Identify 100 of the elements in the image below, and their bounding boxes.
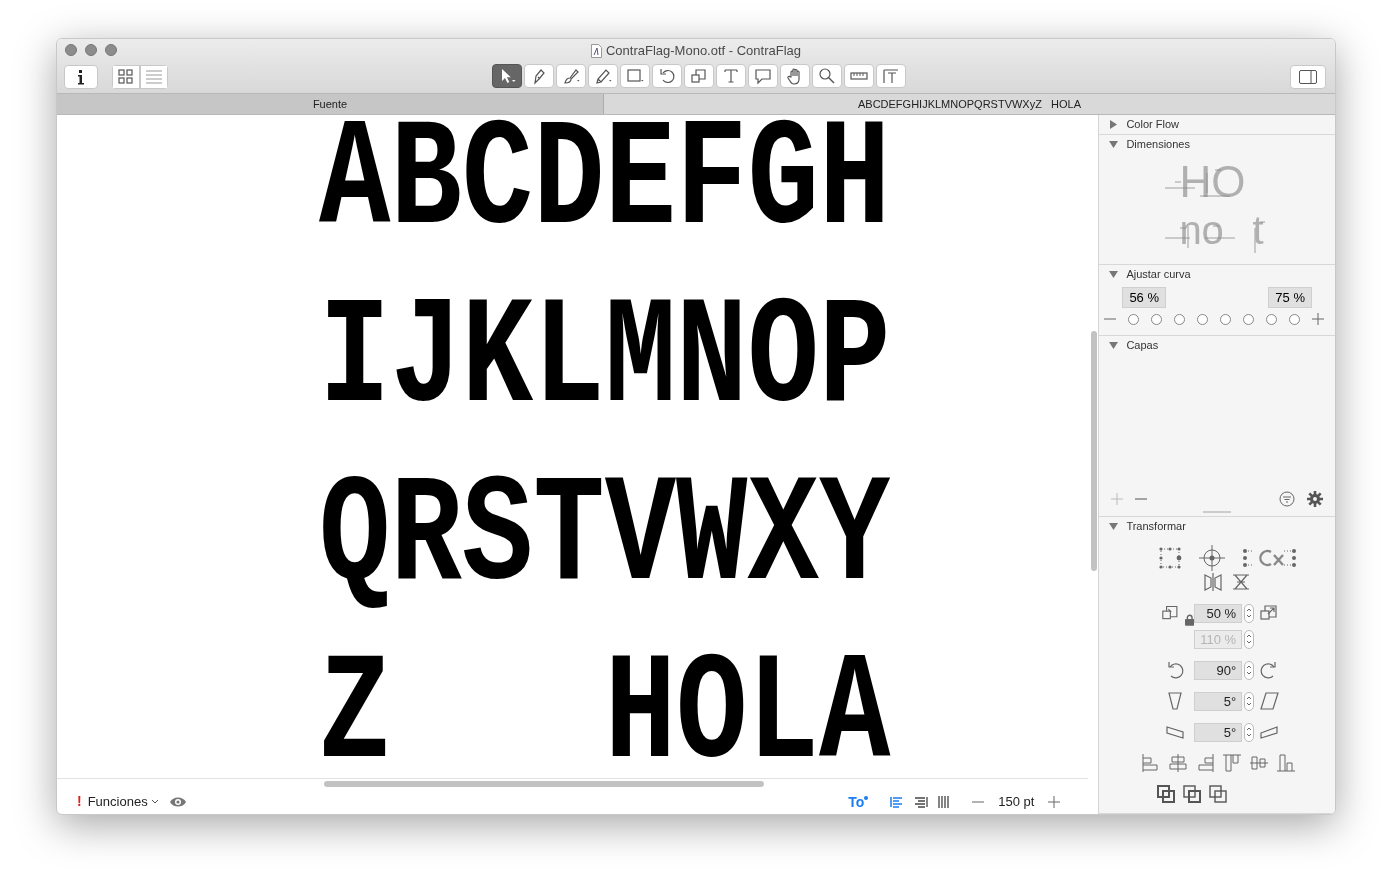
curve-radio-button[interactable] bbox=[1174, 313, 1186, 325]
panel-header[interactable]: Color Flow bbox=[1099, 115, 1335, 134]
panel-header[interactable]: Capas bbox=[1099, 336, 1335, 355]
align-horizontal-centers-button[interactable] bbox=[1167, 753, 1190, 773]
glyph-line: IJKLMNOP bbox=[319, 295, 891, 443]
align-vertical-centers-button[interactable] bbox=[1248, 753, 1271, 773]
text-tool-button[interactable]: To bbox=[848, 794, 869, 809]
align-vertical-centers-icon bbox=[1248, 753, 1271, 773]
panel-header[interactable]: Dimensiones bbox=[1099, 135, 1335, 154]
glyph-line: QRSTVWXY bbox=[319, 473, 891, 621]
filter-icon bbox=[1279, 491, 1295, 507]
window-title: ContraFlag-Mono.otf - ContraFlag bbox=[605, 42, 802, 60]
intersect-icon bbox=[1209, 785, 1228, 803]
text-metrics-icon bbox=[882, 67, 900, 85]
tab[interactable]: Fuente bbox=[57, 94, 604, 114]
tab[interactable]: ABCDEFGHIJKLMNOPQRSTVWXyZ HOLA bbox=[604, 94, 1335, 114]
rotate-icon bbox=[658, 67, 676, 85]
crosshair-icon bbox=[1198, 544, 1227, 572]
flip-vertical-icon bbox=[1231, 572, 1252, 592]
value-field[interactable]: 50 % bbox=[1194, 603, 1243, 623]
grid-button[interactable] bbox=[112, 65, 140, 89]
disclosure-triangle-down-icon bbox=[1109, 270, 1119, 279]
plus-icon bbox=[1048, 795, 1061, 808]
vertical-text-button[interactable] bbox=[938, 795, 951, 808]
pencil-icon bbox=[594, 67, 612, 85]
document-icon bbox=[590, 43, 602, 58]
stepper[interactable] bbox=[1244, 629, 1255, 649]
grid-icon bbox=[117, 68, 135, 86]
stepper[interactable] bbox=[1244, 691, 1255, 711]
settings-icon bbox=[1307, 491, 1323, 507]
value-field[interactable]: 5° bbox=[1194, 722, 1243, 742]
filter-button[interactable] bbox=[1279, 491, 1295, 507]
close-button[interactable] bbox=[65, 44, 77, 56]
union-button[interactable] bbox=[1157, 785, 1176, 803]
rectangle-icon bbox=[626, 67, 644, 85]
stepper[interactable] bbox=[1244, 660, 1255, 680]
brush-icon bbox=[562, 67, 580, 85]
dimension-sample: t bbox=[1252, 210, 1264, 250]
value-field[interactable]: 5° bbox=[1194, 691, 1243, 711]
curve-value-field[interactable]: 75 % bbox=[1268, 287, 1312, 308]
curve-radio-button[interactable] bbox=[1197, 313, 1209, 325]
panel-header[interactable]: Ajustar curva bbox=[1099, 265, 1335, 284]
align-bottom-edges-button[interactable] bbox=[1275, 753, 1298, 773]
dimension-sample: HO bbox=[1179, 160, 1246, 204]
minimize-button[interactable] bbox=[85, 44, 97, 56]
curve-radio-button[interactable] bbox=[1220, 313, 1232, 325]
disclosure-triangle-down-icon bbox=[1109, 140, 1119, 149]
intersect-button[interactable] bbox=[1209, 785, 1228, 803]
sidebar-icon bbox=[1299, 70, 1317, 84]
tool-button[interactable] bbox=[492, 64, 522, 88]
disclosure-triangle-down-icon bbox=[1109, 522, 1119, 531]
plus-icon bbox=[1312, 313, 1325, 325]
info-button[interactable] bbox=[64, 65, 98, 89]
value-field[interactable]: 90° bbox=[1194, 660, 1243, 680]
resize-handle[interactable] bbox=[1203, 511, 1232, 513]
curve-increase-button[interactable] bbox=[1312, 313, 1325, 325]
zoom-button[interactable] bbox=[105, 44, 117, 56]
vertical-scrollbar[interactable] bbox=[1091, 331, 1097, 571]
vertical-lines-icon bbox=[938, 795, 951, 808]
settings-button[interactable] bbox=[1307, 491, 1323, 507]
curve-radio-button[interactable] bbox=[1128, 313, 1140, 325]
warning-mark: ! bbox=[77, 792, 82, 811]
curve-radio-button[interactable] bbox=[1243, 313, 1255, 325]
curve-radio-button[interactable] bbox=[1151, 313, 1163, 325]
union-icon bbox=[1157, 785, 1176, 803]
subtract-button[interactable] bbox=[1183, 785, 1202, 803]
stepper[interactable] bbox=[1244, 722, 1255, 742]
align-left-icon bbox=[890, 795, 905, 808]
panel-header[interactable]: Transformar bbox=[1099, 517, 1335, 536]
dimension-sample: no bbox=[1179, 210, 1224, 250]
glyph-line: Z HOLA bbox=[319, 651, 891, 781]
align-top-edges-button[interactable] bbox=[1221, 753, 1244, 773]
lock-icon bbox=[1184, 614, 1195, 626]
list-icon bbox=[145, 68, 163, 86]
slant-right-icon bbox=[1258, 690, 1281, 712]
align-right-button[interactable] bbox=[914, 795, 929, 808]
disclosure-triangle-right-icon bbox=[1109, 120, 1119, 129]
stepper[interactable] bbox=[1244, 603, 1255, 623]
features-dropdown[interactable]: Funciones bbox=[87, 791, 159, 812]
sidebar-toggle-button[interactable] bbox=[1290, 65, 1326, 89]
align-right-icon bbox=[914, 795, 929, 808]
chevron-down-icon bbox=[150, 798, 159, 805]
text-icon bbox=[722, 67, 740, 85]
flip-horizontal-icon bbox=[1203, 572, 1224, 592]
align-horizontal-centers-icon bbox=[1167, 753, 1190, 773]
align-left-button[interactable] bbox=[890, 795, 905, 808]
align-bottom-edges-icon bbox=[1275, 753, 1298, 773]
horizontal-scrollbar[interactable] bbox=[324, 781, 764, 787]
plus-icon bbox=[1111, 493, 1124, 505]
zoom-in-button[interactable] bbox=[1048, 795, 1061, 808]
subtract-icon bbox=[1183, 785, 1202, 803]
curve-value-field[interactable]: 56 % bbox=[1122, 287, 1166, 308]
preview-button[interactable] bbox=[168, 795, 187, 808]
scale-icon bbox=[690, 67, 708, 85]
glyph-line: ABCDEFGH bbox=[319, 117, 891, 265]
zoom-value: 150 pt bbox=[998, 792, 1035, 811]
bounding-box-icon bbox=[1158, 546, 1183, 570]
curve-radio-button[interactable] bbox=[1266, 313, 1278, 325]
curve-radio-button[interactable] bbox=[1289, 313, 1301, 325]
search-icon bbox=[818, 67, 836, 85]
